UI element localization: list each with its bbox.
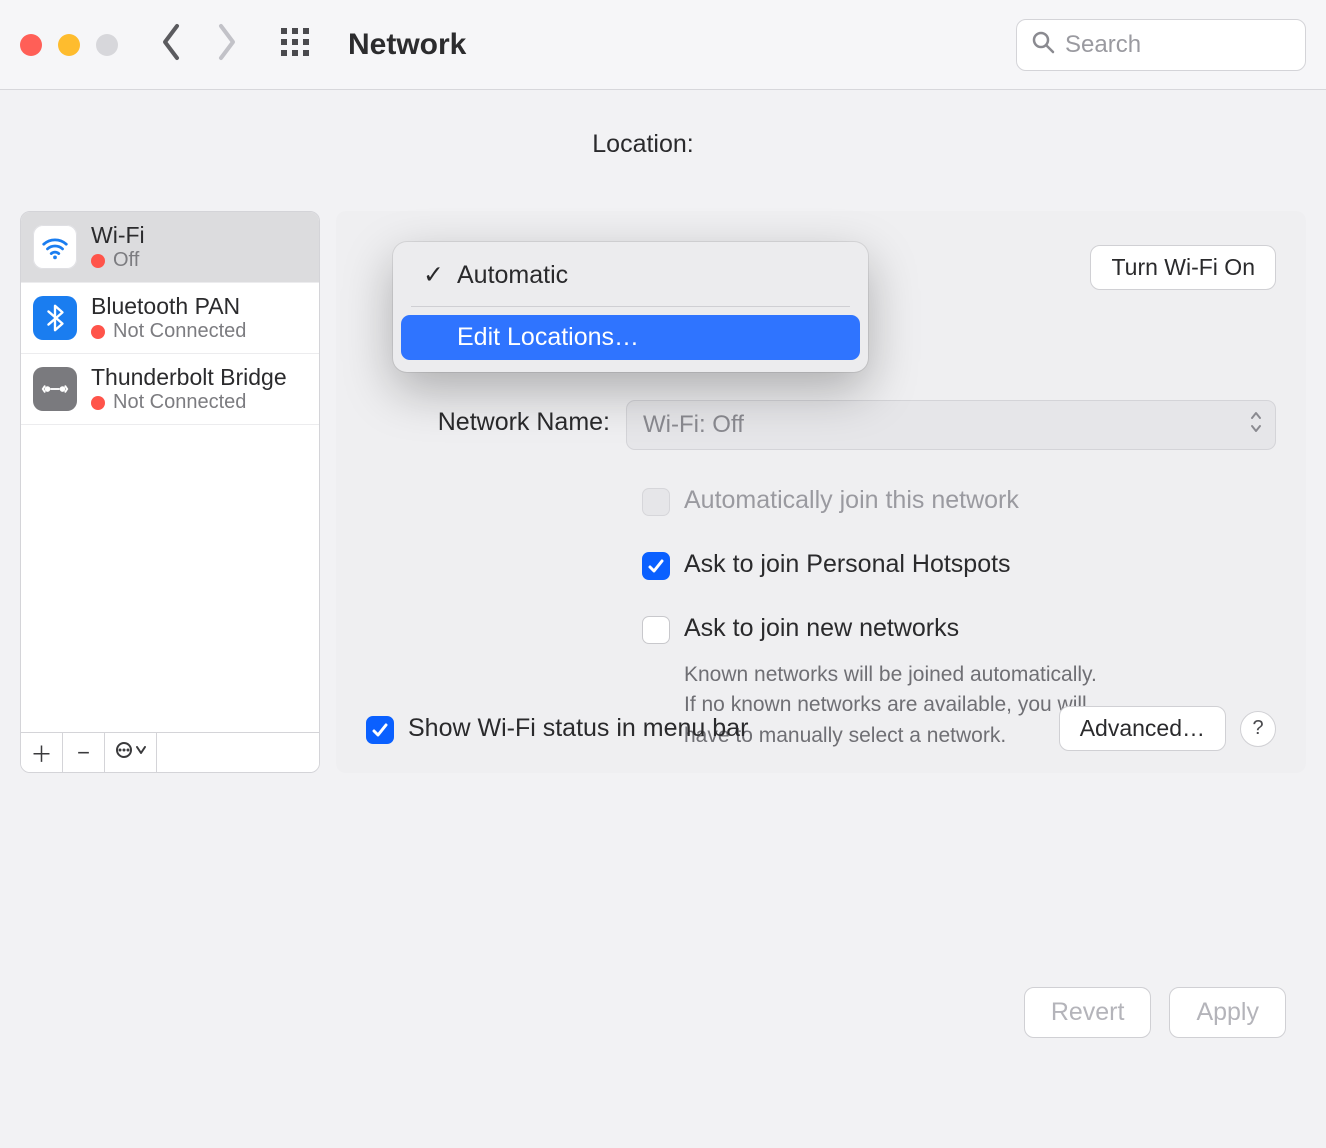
footer-spacer xyxy=(157,733,319,772)
gear-dropdown-icon xyxy=(114,740,148,766)
services-list: Wi-Fi Off Bluetooth PAN Not Connected xyxy=(21,212,319,732)
new-networks-label: Ask to join new networks xyxy=(684,614,959,643)
show-all-prefs-button[interactable] xyxy=(280,27,310,62)
advanced-button[interactable]: Advanced… xyxy=(1059,706,1226,751)
footer-buttons: Revert Apply xyxy=(1024,987,1286,1038)
hotspot-checkbox-row[interactable]: Ask to join Personal Hotspots xyxy=(642,550,1276,580)
remove-service-button[interactable]: − xyxy=(63,733,105,772)
status-dot-icon xyxy=(91,254,105,268)
help-button[interactable]: ? xyxy=(1240,711,1276,747)
auto-join-checkbox xyxy=(642,488,670,516)
edit-locations-option[interactable]: Edit Locations… xyxy=(401,315,860,360)
minimize-window-button[interactable] xyxy=(58,34,80,56)
checkmark-icon: ✓ xyxy=(423,260,443,290)
new-networks-checkbox-row[interactable]: Ask to join new networks xyxy=(642,614,1276,644)
service-status: Off xyxy=(91,249,145,272)
location-popup-menu: ✓ Automatic Edit Locations… xyxy=(393,242,868,372)
close-window-button[interactable] xyxy=(20,34,42,56)
page-title: Network xyxy=(348,28,466,62)
revert-button[interactable]: Revert xyxy=(1024,987,1152,1038)
service-actions-button[interactable] xyxy=(105,733,157,772)
location-label: Location: xyxy=(592,130,693,159)
location-option-automatic[interactable]: ✓ Automatic xyxy=(401,252,860,298)
nav-arrows xyxy=(158,22,240,67)
check-icon xyxy=(647,557,665,575)
window-controls xyxy=(20,34,118,56)
apply-button[interactable]: Apply xyxy=(1169,987,1286,1038)
service-status: Not Connected xyxy=(91,320,246,343)
thunderbolt-bridge-icon xyxy=(33,367,77,411)
edit-locations-label: Edit Locations… xyxy=(457,323,639,352)
auto-join-label: Automatically join this network xyxy=(684,486,1019,515)
service-name: Wi-Fi xyxy=(91,222,145,249)
status-dot-icon xyxy=(91,396,105,410)
zoom-window-button[interactable] xyxy=(96,34,118,56)
menubar-checkbox-row[interactable]: Show Wi-Fi status in menu bar xyxy=(366,714,748,744)
popup-separator xyxy=(411,306,850,307)
service-name: Bluetooth PAN xyxy=(91,293,246,320)
search-input[interactable] xyxy=(1065,31,1291,59)
bluetooth-icon xyxy=(33,296,77,340)
add-service-button[interactable]: ＋ xyxy=(21,733,63,772)
detail-bottom-row: Show Wi-Fi status in menu bar Advanced… … xyxy=(366,706,1276,751)
location-row: Location: xyxy=(20,130,1306,159)
hotspot-checkbox[interactable] xyxy=(642,552,670,580)
updown-icon xyxy=(1249,410,1263,441)
services-sidebar: Wi-Fi Off Bluetooth PAN Not Connected xyxy=(20,211,320,773)
search-icon xyxy=(1031,30,1065,59)
back-button[interactable] xyxy=(158,22,184,67)
auto-join-checkbox-row: Automatically join this network xyxy=(642,486,1276,516)
toolbar: Network xyxy=(0,0,1326,90)
status-dot-icon xyxy=(91,325,105,339)
network-name-label: Network Name: xyxy=(366,400,626,437)
hotspot-label: Ask to join Personal Hotspots xyxy=(684,550,1011,579)
service-item-thunderbolt-bridge[interactable]: Thunderbolt Bridge Not Connected xyxy=(21,354,319,425)
service-item-wifi[interactable]: Wi-Fi Off xyxy=(21,212,319,283)
menubar-checkbox[interactable] xyxy=(366,716,394,744)
service-status: Not Connected xyxy=(91,391,287,414)
new-networks-checkbox[interactable] xyxy=(642,616,670,644)
location-option-label: Automatic xyxy=(457,261,568,290)
sidebar-footer: ＋ − xyxy=(21,732,319,772)
search-field[interactable] xyxy=(1016,19,1306,71)
minus-icon: − xyxy=(77,740,90,766)
network-name-value: Wi-Fi: Off xyxy=(643,411,744,439)
wifi-icon xyxy=(33,225,77,269)
service-name: Thunderbolt Bridge xyxy=(91,364,287,391)
plus-icon: ＋ xyxy=(30,737,52,769)
network-name-select[interactable]: Wi-Fi: Off xyxy=(626,400,1276,450)
turn-wifi-on-button[interactable]: Turn Wi-Fi On xyxy=(1090,245,1276,290)
service-item-bluetooth-pan[interactable]: Bluetooth PAN Not Connected xyxy=(21,283,319,354)
forward-button[interactable] xyxy=(214,22,240,67)
network-name-row: Network Name: Wi-Fi: Off xyxy=(366,400,1276,450)
menubar-label: Show Wi-Fi status in menu bar xyxy=(408,714,748,743)
check-icon xyxy=(371,721,389,739)
